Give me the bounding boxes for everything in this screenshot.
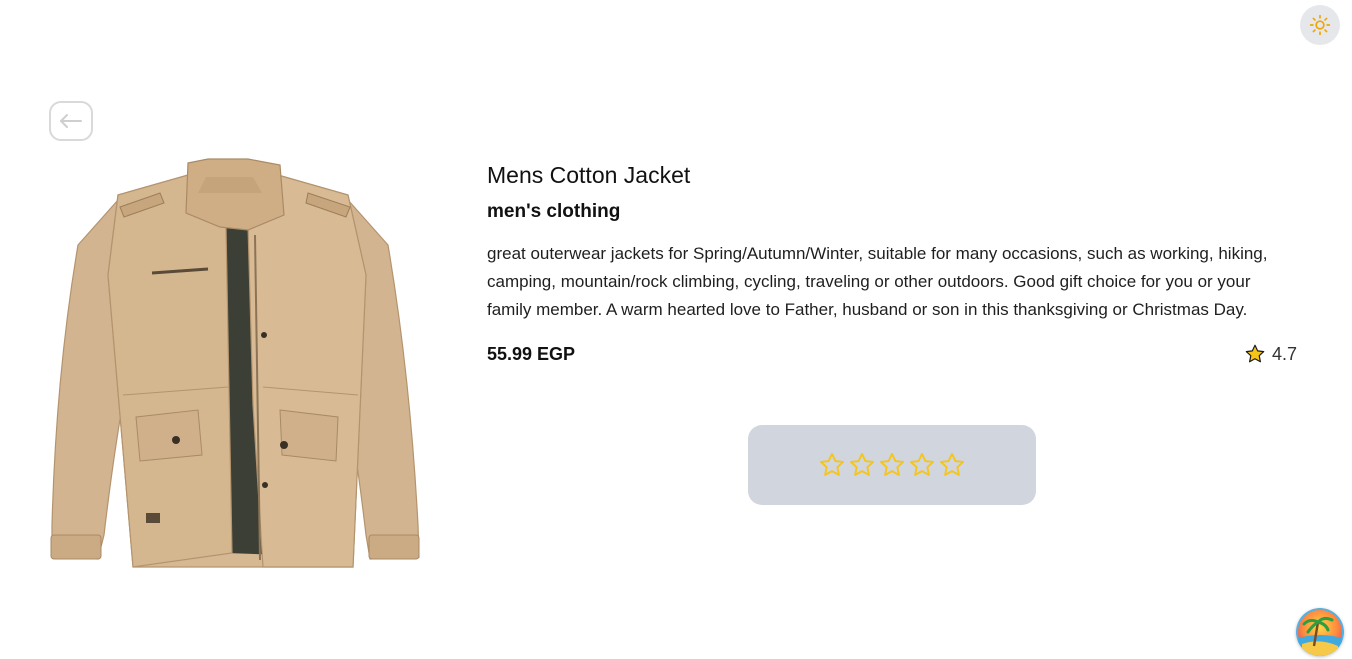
beach-icon — [1296, 608, 1344, 656]
star-outline-icon[interactable] — [818, 451, 846, 479]
floating-app-button[interactable] — [1296, 608, 1344, 656]
sun-icon — [1309, 14, 1331, 36]
product-details: Mens Cotton Jacket men's clothing great … — [487, 160, 1297, 368]
product-price: 55.99 EGP — [487, 343, 576, 364]
star-icon — [1245, 344, 1265, 363]
star-outline-icon[interactable] — [878, 451, 906, 479]
product-description: great outerwear jackets for Spring/Autum… — [487, 244, 1268, 319]
product-details-page: Mens Cotton Jacket men's clothing great … — [0, 0, 1352, 659]
rating-value: 4.7 — [1271, 343, 1297, 364]
back-button[interactable] — [49, 101, 93, 141]
rate-product-widget — [748, 425, 1036, 505]
arrow-left-icon — [60, 114, 82, 128]
star-outline-icon[interactable] — [848, 451, 876, 479]
jacket-image — [50, 158, 420, 568]
product-title: Mens Cotton Jacket — [487, 162, 691, 188]
product-category: men's clothing — [487, 201, 621, 222]
star-outline-icon[interactable] — [938, 451, 966, 479]
product-rating: 4.7 — [1244, 343, 1297, 365]
theme-toggle-button[interactable] — [1300, 5, 1340, 45]
star-outline-icon[interactable] — [908, 451, 936, 479]
price-row: 55.99 EGP 4.7 — [487, 340, 1297, 368]
product-image — [48, 155, 423, 575]
